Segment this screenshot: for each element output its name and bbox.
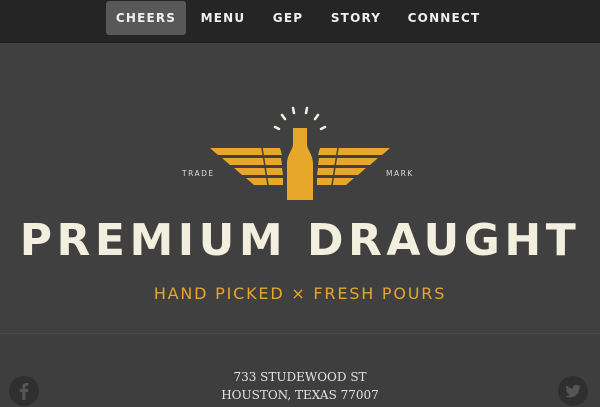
page: CHEERS MENU GEP STORY CONNECT TRADE MARK… [0,0,600,407]
nav-item-story[interactable]: STORY [324,1,388,35]
twitter-icon [565,384,581,398]
nav-item-connect[interactable]: CONNECT [400,1,488,35]
nav-item-cheers[interactable]: CHEERS [106,1,186,35]
mark-label: MARK [386,169,414,178]
twitter-button[interactable] [558,376,588,406]
nav-item-gep[interactable]: GEP [264,1,312,35]
footer: 733 STUDEWOOD ST HOUSTON, TEXAS 77007 [0,334,600,407]
trade-label: TRADE [182,169,215,178]
winged-bottle-icon [210,106,390,200]
address-line-2: HOUSTON, TEXAS 77007 [221,388,379,402]
top-nav: CHEERS MENU GEP STORY CONNECT [0,0,600,43]
nav-item-menu[interactable]: MENU [196,1,250,35]
address-line-1: 733 STUDEWOOD ST [233,370,367,384]
page-subtitle: HAND PICKED × FRESH POURS [153,284,447,303]
page-title: PREMIUM DRAUGHT [19,215,581,266]
hero: TRADE MARK PREMIUM DRAUGHT HAND PICKED ×… [0,43,600,334]
